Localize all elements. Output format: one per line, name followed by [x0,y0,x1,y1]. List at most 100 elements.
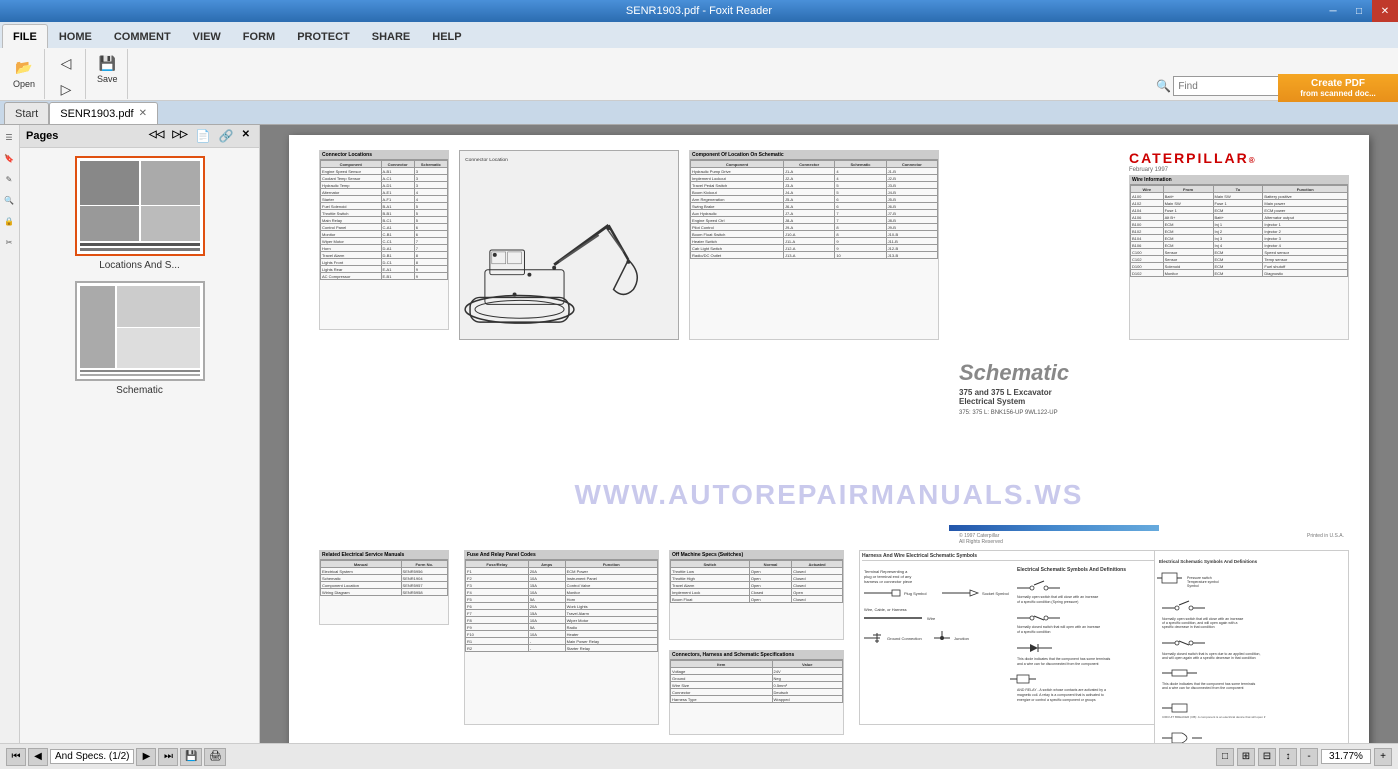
page-text: And Specs. (1/2) [55,751,129,762]
search-input[interactable] [1173,76,1293,96]
tab-comment[interactable]: COMMENT [103,24,182,48]
svg-text:harness or connector piece: harness or connector piece [864,579,913,584]
view-scroll-button[interactable]: ↕ [1279,748,1297,766]
svg-text:CIRCUIT BREAKER (CB): A compon: CIRCUIT BREAKER (CB): A component is an … [1162,715,1265,719]
pages-label: Pages [26,130,58,142]
strip-icon-lock[interactable]: 🔒 [0,211,18,231]
svg-text:Wire: Wire [927,616,936,621]
sidebar: Pages ◁◁ ▷▷ 📄 🔗 ✕ [20,125,260,744]
ribbon-group-tools: 💾 Save [88,49,128,99]
strip-icon-hand[interactable]: ☰ [0,127,18,147]
copyright: © 1997 CaterpillarAll Rights Reserved [959,533,1003,545]
thumbnail-1-label: Locations And S... [99,260,180,271]
close-button[interactable]: ✕ [1372,0,1398,22]
thumbnail-1[interactable]: Locations And S... [28,156,251,271]
svg-text:Normally open switch that will: Normally open switch that will close wit… [1017,595,1098,599]
svg-text:Ground Connection: Ground Connection [887,636,922,641]
svg-text:and will open again with a spe: and will open again with a specific decr… [1162,656,1256,660]
thumbnail-frame-2[interactable] [75,281,205,381]
last-page-button[interactable]: ⏭ [158,748,178,766]
pages-icon-link[interactable]: 🔗 [216,128,237,144]
tab-form[interactable]: FORM [232,24,286,48]
schematic-subtitle2: Electrical System [959,397,1159,406]
svg-text:Connector Location: Connector Location [465,157,508,163]
open-button[interactable]: 📂 Open [8,51,40,95]
svg-text:of a specific condition (Sprin: of a specific condition (Spring pressure… [1017,600,1078,604]
tab-help[interactable]: HELP [421,24,472,48]
forward-button[interactable]: ▷ [51,77,81,101]
svg-text:specific decrease in that cond: specific decrease in that condition [1162,625,1215,629]
strip-icon-scissors[interactable]: ✂ [0,232,18,252]
prev-page-button[interactable]: ◀ [28,748,48,766]
tab-home[interactable]: HOME [48,24,103,48]
create-pdf-label: Create PDF [1311,78,1365,89]
create-pdf-button[interactable]: Create PDF from scanned doc... [1278,74,1398,102]
tab-close-icon[interactable]: ✕ [139,108,147,119]
pdf-viewer[interactable]: WWW.AUTOREPAIRMANUALS.WS Connector Locat… [260,125,1398,744]
connector-harness-table: ItemValue Voltage24V GroundNeg Wire Size… [670,660,843,703]
machine-specs: Off Machine Specs (Switches) SwitchNorma… [669,550,844,640]
main-layout: ☰ 🔖 ✎ 🔍 🔒 ✂ Pages ◁◁ ▷▷ 📄 🔗 ✕ [0,125,1398,744]
pages-nav-prev[interactable]: ◁◁ [146,128,167,144]
svg-text:energize or control a specific: energize or control a specific component… [1017,698,1096,702]
maximize-button[interactable]: □ [1346,0,1372,22]
tab-pdf[interactable]: SENR1903.pdf ✕ [49,102,158,124]
app-title: SENR1903.pdf - Foxit Reader [626,5,772,17]
ribbon: FILE HOME COMMENT VIEW FORM PROTECT SHAR… [0,22,1398,101]
zoom-out-button[interactable]: - [1300,748,1318,766]
caterpillar-logo: CATERPILLAR® [1129,150,1349,166]
thumbnail-frame-1[interactable] [75,156,205,256]
status-bar: ⏮ ◀ And Specs. (1/2) ▶ ⏭ 💾 🖨 □ ⊞ ⊟ ↕ - 3… [0,743,1398,769]
tab-file[interactable]: FILE [2,24,48,48]
view-continuous-button[interactable]: ⊟ [1258,748,1276,766]
pages-icon-doc[interactable]: 📄 [193,128,214,144]
strip-icon-search[interactable]: 🔍 [0,190,18,210]
tab-start[interactable]: Start [4,102,49,124]
color-bar [949,525,1159,531]
tab-start-label: Start [15,108,38,120]
pages-nav-next[interactable]: ▷▷ [169,128,190,144]
svg-text:of a specific condition: of a specific condition [1017,630,1051,634]
save-button[interactable]: 💾 Save [92,51,123,86]
svg-text:Plug Symbol: Plug Symbol [904,591,927,596]
view-double-button[interactable]: ⊞ [1237,748,1255,766]
ribbon-group-nav: ◁ ▷ [47,49,86,99]
pages-close[interactable]: ✕ [239,128,253,144]
harness-symbols-svg: Terminal Representing a plug or terminal… [862,563,1156,713]
pdf-date: February 1997 [1129,167,1349,173]
schematic-subtitle1: 375 and 375 L Excavator [959,388,1159,397]
svg-text:and a wire can for disconnecte: and a wire can for disconnected from the… [1162,686,1244,690]
strip-icon-bookmark[interactable]: 🔖 [0,148,18,168]
svg-text:magnetic coil. A relay is a co: magnetic coil. A relay is a component th… [1017,693,1104,697]
ribbon-tab-bar: FILE HOME COMMENT VIEW FORM PROTECT SHAR… [0,22,1398,48]
tab-share[interactable]: SHARE [361,24,422,48]
minimize-button[interactable]: ─ [1320,0,1346,22]
window-controls[interactable]: ─ □ ✕ [1320,0,1398,22]
tab-protect[interactable]: PROTECT [286,24,361,48]
zoom-in-button[interactable]: + [1374,748,1392,766]
navigation-controls: ⏮ ◀ And Specs. (1/2) ▶ ⏭ 💾 🖨 [6,748,226,766]
manuals-table: ManualForm No. Electrical SystemSENR5956… [320,560,448,596]
zoom-value[interactable]: 31.77% [1321,749,1371,764]
thumbnail-2[interactable]: Schematic [28,281,251,396]
fuse-table: Fuse And Relay Panel Codes Fuse/RelayAmp… [464,550,659,725]
print-button[interactable]: 🖨 [204,748,226,766]
pages-header-controls: ◁◁ ▷▷ 📄 🔗 ✕ [146,128,253,144]
strip-icon-edit[interactable]: ✎ [0,169,18,189]
svg-text:Symbol: Symbol [1187,584,1199,588]
watermark: WWW.AUTOREPAIRMANUALS.WS [575,479,1084,511]
tab-pdf-label: SENR1903.pdf [60,108,133,120]
page-indicator[interactable]: And Specs. (1/2) [50,749,134,764]
pages-header: Pages ◁◁ ▷▷ 📄 🔗 ✕ [20,125,259,148]
tab-view[interactable]: VIEW [182,24,232,48]
save-page-button[interactable]: 💾 [180,748,202,766]
view-single-button[interactable]: □ [1216,748,1234,766]
next-page-button[interactable]: ▶ [136,748,156,766]
back-button[interactable]: ◁ [51,51,81,75]
first-page-button[interactable]: ⏮ [6,748,26,766]
schematic-title: Schematic [959,360,1159,386]
connector-table: Connector Locations ComponentConnectorSc… [319,150,449,330]
thumbnail-list: Locations And S... [20,148,259,744]
component-specs-table: Component Of Location On Schematic Compo… [689,150,939,340]
svg-text:Socket Symbol: Socket Symbol [982,591,1009,596]
